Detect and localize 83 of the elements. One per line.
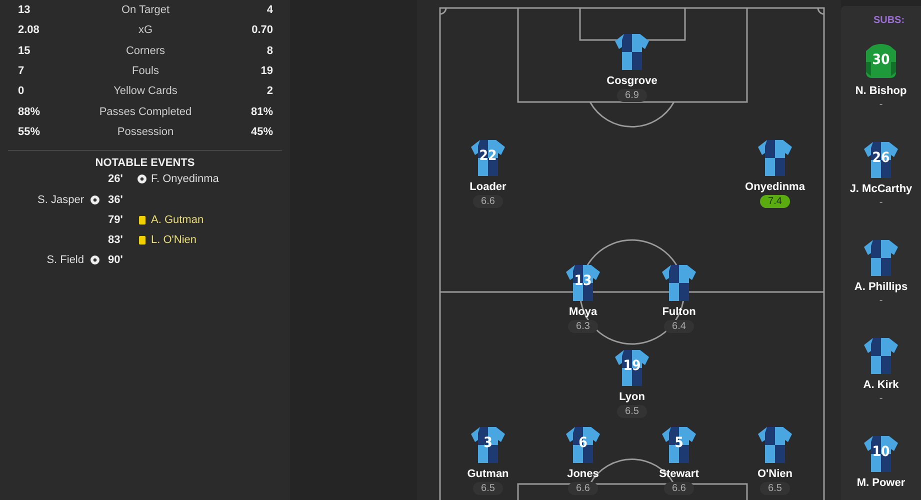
shirt-number: 5 <box>674 435 684 451</box>
player-rating: 6.3 <box>568 320 598 333</box>
shirt-icon <box>470 425 506 465</box>
shirt-number: 30 <box>871 52 891 68</box>
shirt-icon <box>661 263 697 303</box>
event-minute: 90' <box>108 254 124 266</box>
shirt-icon <box>661 425 697 465</box>
player-name: Stewart <box>659 468 699 480</box>
away-stat: 81% <box>250 106 273 118</box>
shirt-number: 26 <box>871 150 891 166</box>
home-stat: 88% <box>18 106 42 118</box>
event-player: F. Onyedinma <box>151 173 219 186</box>
ball-icon <box>90 255 100 266</box>
shirt-icon <box>863 140 899 180</box>
home-stat: 15 <box>18 44 32 57</box>
stat-label: Corners <box>124 44 166 57</box>
player-rating: - <box>879 197 883 209</box>
home-stat: 7 <box>18 65 26 78</box>
event-minute: 79' <box>108 214 124 226</box>
stat-label: Possession <box>116 126 175 138</box>
player-name: Lyon <box>619 391 645 403</box>
player-name: A. Kirk <box>863 379 899 391</box>
away-stat: 45% <box>250 126 273 138</box>
event-player: L. O'Nien <box>151 234 197 246</box>
player-rating: 6.6 <box>568 482 598 495</box>
player-name: Moya <box>568 306 598 318</box>
stat-label: xG <box>137 24 154 36</box>
shirt-icon <box>757 138 793 178</box>
player-rating: - <box>879 393 883 405</box>
player-name: Jones <box>567 468 599 480</box>
player-name: Loader <box>470 181 506 193</box>
shirt-icon <box>470 138 506 178</box>
player-rating: 6.6 <box>664 482 694 495</box>
player-rating: 6.5 <box>617 405 647 418</box>
ball-icon <box>137 174 147 184</box>
home-stat: 55% <box>18 126 42 138</box>
player-name: J. McCarthy <box>850 183 912 195</box>
player-name: Cosgrove <box>606 75 658 87</box>
shirt-number: 22 <box>478 148 498 164</box>
player-rating: 6.5 <box>760 482 790 495</box>
event-player: S. Field <box>46 254 84 266</box>
player-rating: - <box>879 295 883 307</box>
shirt-icon <box>863 238 899 278</box>
stat-label: On Target <box>120 4 171 16</box>
player-name: M. Power <box>856 477 906 489</box>
event-player: S. Jasper <box>38 194 84 206</box>
shirt-icon <box>757 425 793 465</box>
event-minute: 83' <box>108 234 124 246</box>
player-name: N. Bishop <box>855 85 907 97</box>
event-minute: 36' <box>108 194 124 206</box>
shirt-icon <box>565 425 601 465</box>
event-minute: 26' <box>108 173 124 186</box>
away-stat: 4 <box>266 4 273 16</box>
shirt-number: 3 <box>482 435 494 451</box>
away-stat: 19 <box>260 65 273 78</box>
section-title: NOTABLE EVENTS <box>94 157 196 170</box>
away-stat: 8 <box>266 44 273 57</box>
player-rating: 6.5 <box>473 482 503 495</box>
home-stat: 2.08 <box>18 24 40 36</box>
ball-icon <box>90 194 100 205</box>
stat-label: Fouls <box>131 65 160 78</box>
player-rating: 6.9 <box>617 89 647 102</box>
away-stat: 0.70 <box>250 24 273 36</box>
card-icon <box>137 214 147 225</box>
home-stat: 13 <box>18 4 32 16</box>
player-name: Onyedinma <box>745 181 805 193</box>
player-rating: - <box>879 99 883 111</box>
player-name: A. Phillips <box>854 281 908 293</box>
event-player: A. Gutman <box>151 214 204 226</box>
player-rating: 6.4 <box>664 320 694 333</box>
subs-title: SUBS: <box>873 15 905 26</box>
player-rating: 7.4 <box>760 195 790 208</box>
player-name: O'Nien <box>757 468 792 480</box>
away-stat: 2 <box>266 85 273 98</box>
stat-label: Passes Completed <box>98 106 193 118</box>
card-icon <box>137 235 147 246</box>
player-rating: 6.6 <box>473 195 503 208</box>
stat-label: Yellow Cards <box>112 85 178 98</box>
home-stat: 0 <box>18 85 26 98</box>
shirt-icon <box>614 32 650 72</box>
player-name: Fulton <box>662 306 696 318</box>
player-name: Gutman <box>467 468 509 480</box>
shirt-icon <box>863 336 899 376</box>
